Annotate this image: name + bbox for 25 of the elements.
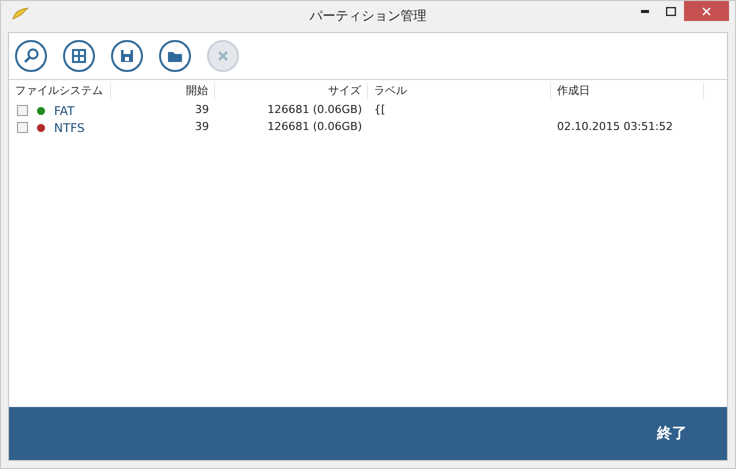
checkbox[interactable] <box>17 105 28 116</box>
table-cell: 126681 (0.06GB) <box>267 103 362 116</box>
column-header[interactable]: サイズ <box>215 82 368 100</box>
close-button[interactable] <box>684 1 729 21</box>
table-cell: 39 <box>195 120 209 134</box>
table-cell: 02.10.2015 03:51:52 <box>557 120 673 134</box>
column-header[interactable]: 開始 <box>111 82 215 100</box>
save-button[interactable] <box>111 40 143 72</box>
table-cell-text: NTFS <box>54 120 85 136</box>
column-header[interactable]: 作成日 <box>551 82 704 100</box>
minimize-icon <box>641 10 649 12</box>
folder-button[interactable] <box>159 40 191 72</box>
exit-button[interactable]: 終了 <box>657 422 687 445</box>
column-header[interactable]: ファイルシステム <box>9 82 111 100</box>
table-cell-text: FAT <box>54 102 74 120</box>
grid-button[interactable] <box>63 40 95 72</box>
close-icon <box>702 6 711 16</box>
table-cell: {[ <box>374 103 386 116</box>
maximize-icon <box>666 6 676 16</box>
checkbox[interactable] <box>17 122 28 133</box>
search-button[interactable] <box>15 40 47 72</box>
table-cell: 126681 (0.06GB) <box>267 120 362 134</box>
column-header[interactable]: ラベル <box>368 82 551 100</box>
window-title: パーティション管理 <box>310 8 426 26</box>
table-cell: 39 <box>195 103 209 116</box>
